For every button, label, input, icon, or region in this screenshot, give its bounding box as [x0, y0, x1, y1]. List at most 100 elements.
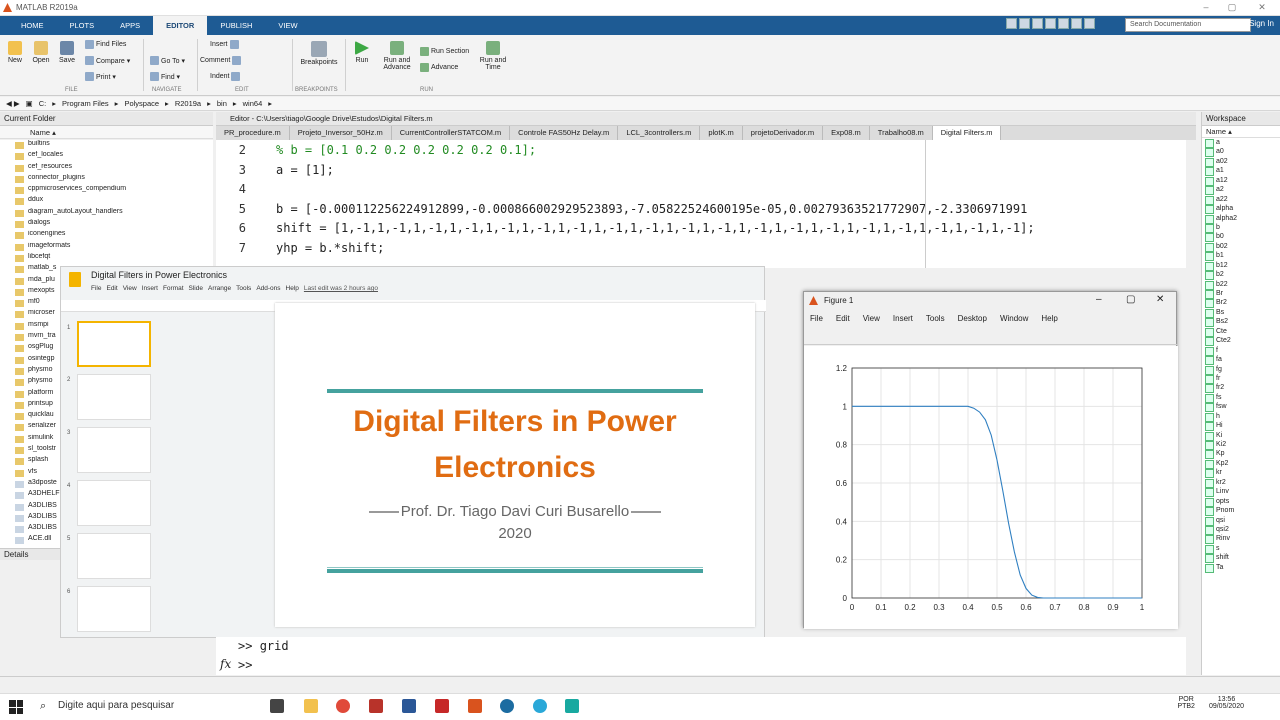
workspace-variable[interactable]: s: [1202, 544, 1280, 555]
indent-button[interactable]: Indent: [210, 72, 241, 81]
workspace-variable[interactable]: Pnom: [1202, 506, 1280, 517]
back-icon[interactable]: ◀ ▶: [6, 99, 20, 108]
workspace-variable[interactable]: b1: [1202, 251, 1280, 262]
tab-view[interactable]: VIEW: [265, 16, 310, 35]
chrome-icon[interactable]: [336, 699, 350, 713]
slides-menu-item[interactable]: View: [123, 285, 137, 292]
tab-apps[interactable]: APPS: [107, 16, 153, 35]
workspace-variable[interactable]: Linv: [1202, 487, 1280, 498]
run-button[interactable]: Run: [351, 41, 373, 64]
workspace-variable[interactable]: a02: [1202, 157, 1280, 168]
minimize-icon[interactable]: –: [1196, 2, 1216, 14]
figure-menu-item[interactable]: Edit: [836, 314, 850, 323]
find-files-button[interactable]: Find Files: [85, 40, 126, 49]
workspace-variable[interactable]: a: [1202, 138, 1280, 149]
slides-menu-item[interactable]: Format: [163, 285, 184, 292]
taskbar-search[interactable]: Digite aqui para pesquisar: [30, 694, 258, 719]
slides-menu-item[interactable]: Edit: [106, 285, 117, 292]
insert-button[interactable]: Insert: [210, 40, 239, 49]
workspace-variable[interactable]: qsi2: [1202, 525, 1280, 536]
slide-thumbnail[interactable]: [77, 427, 151, 473]
workspace-variable[interactable]: fa: [1202, 355, 1280, 366]
command-window[interactable]: >> grid fx >>: [216, 637, 1186, 675]
workspace-variable[interactable]: Br2: [1202, 298, 1280, 309]
folder-item[interactable]: imageformats: [0, 242, 213, 253]
figure-maximize-icon[interactable]: ▢: [1126, 294, 1135, 305]
path-segment[interactable]: C:: [39, 99, 47, 108]
workspace-variable[interactable]: a0: [1202, 147, 1280, 158]
figure-minimize-icon[interactable]: –: [1096, 294, 1102, 305]
app-icon[interactable]: [369, 699, 383, 713]
workspace-variable[interactable]: b02: [1202, 242, 1280, 253]
workspace-variable[interactable]: b0: [1202, 232, 1280, 243]
address-bar[interactable]: ◀ ▶ ▣ C: ▸ Program Files ▸ Polyspace ▸ R201…: [0, 97, 1280, 111]
editor-tab[interactable]: PR_procedure.m: [216, 126, 290, 140]
workspace-variable[interactable]: fsw: [1202, 402, 1280, 413]
code-line[interactable]: a = [1];: [276, 163, 334, 177]
editor-tab[interactable]: LCL_3controllers.m: [618, 126, 701, 140]
clock[interactable]: 13:56 09/05/2020: [1209, 696, 1244, 710]
redo-icon[interactable]: [1071, 18, 1082, 29]
undo-icon[interactable]: [1058, 18, 1069, 29]
folder-item[interactable]: diagram_autoLayout_handlers: [0, 208, 213, 219]
workspace-variable[interactable]: a22: [1202, 195, 1280, 206]
workspace-variable[interactable]: a2: [1202, 185, 1280, 196]
workspace-variable[interactable]: Kp2: [1202, 459, 1280, 470]
workspace-variable[interactable]: Bs: [1202, 308, 1280, 319]
run-section-button[interactable]: Run Section: [420, 47, 469, 56]
figure-menu-item[interactable]: Help: [1041, 314, 1057, 323]
workspace-variable[interactable]: f: [1202, 346, 1280, 357]
slide-thumbnail[interactable]: [77, 586, 151, 632]
folder-item[interactable]: ddux: [0, 196, 213, 207]
slides-window[interactable]: Digital Filters in Power Electronics Fil…: [60, 266, 766, 638]
folder-item[interactable]: iconengines: [0, 230, 213, 241]
editor-tab[interactable]: Controle FAS50Hz Delay.m: [510, 126, 619, 140]
code-line[interactable]: yhp = b.*shift;: [276, 241, 384, 255]
workspace-variable[interactable]: alpha2: [1202, 214, 1280, 224]
editor-tab[interactable]: Trabalho08.m: [870, 126, 933, 140]
figure-window[interactable]: Figure 1 – ▢ ✕ File Edit View Insert Too…: [803, 291, 1178, 629]
workspace-variable[interactable]: b12: [1202, 261, 1280, 272]
figure-menu-item[interactable]: Desktop: [958, 314, 987, 323]
workspace-variable[interactable]: opts: [1202, 497, 1280, 508]
cut-icon[interactable]: [1019, 18, 1030, 29]
current-folder-column-name[interactable]: Name ▴: [0, 126, 213, 139]
workspace-variable[interactable]: a1: [1202, 166, 1280, 177]
figure-menu-item[interactable]: View: [863, 314, 880, 323]
command-prompt[interactable]: >>: [238, 658, 252, 672]
workspace-variable[interactable]: Ki: [1202, 431, 1280, 442]
folder-item[interactable]: libcefqt: [0, 253, 213, 264]
slides-menu-item[interactable]: File: [91, 285, 101, 292]
workspace-variable[interactable]: alpha: [1202, 204, 1280, 215]
line-plot[interactable]: 0 0.1 0.2 0.3 0.4 0.5 0.6 0.7 0.8 0.9 1 0 0.2 0.4 0.6 0…: [804, 346, 1178, 629]
slides-menu-item[interactable]: Tools: [236, 285, 251, 292]
tab-home[interactable]: HOME: [8, 16, 57, 35]
workspace-variable[interactable]: b22: [1202, 280, 1280, 291]
last-edit-link[interactable]: Last edit was 2 hours ago: [304, 285, 378, 292]
workspace-variable[interactable]: fr: [1202, 374, 1280, 385]
app-icon[interactable]: [565, 699, 579, 713]
editor-tab[interactable]: Projeto_Inversor_50Hz.m: [290, 126, 392, 140]
teamviewer-icon[interactable]: [500, 699, 514, 713]
figure-close-icon[interactable]: ✕: [1156, 294, 1164, 305]
goto-button[interactable]: Go To ▾: [150, 56, 185, 65]
editor-tab[interactable]: projetoDerivador.m: [743, 126, 824, 140]
workspace-variable[interactable]: kr: [1202, 468, 1280, 479]
workspace-variable[interactable]: b2: [1202, 270, 1280, 281]
workspace-variable[interactable]: a12: [1202, 176, 1280, 187]
folder-item[interactable]: cppmicroservices_compendium: [0, 185, 213, 196]
slide-thumbnail[interactable]: [77, 533, 151, 579]
matlab-taskbar-icon[interactable]: [468, 699, 482, 713]
path-segment[interactable]: win64: [243, 99, 263, 108]
figure-menu-item[interactable]: Insert: [893, 314, 913, 323]
windows-start-icon[interactable]: [9, 700, 23, 714]
new-button[interactable]: New: [4, 41, 26, 64]
workspace-variable[interactable]: Bs2: [1202, 317, 1280, 328]
code-line[interactable]: % b = [0.1 0.2 0.2 0.2 0.2 0.2 0.1];: [276, 143, 536, 157]
folder-item[interactable]: cef_locales: [0, 151, 213, 162]
workspace-variable[interactable]: h: [1202, 412, 1280, 423]
comment-button[interactable]: Comment: [200, 56, 242, 65]
run-time-button[interactable]: Run and Time: [476, 41, 510, 71]
folder-up-icon[interactable]: ▣: [26, 99, 33, 108]
tab-plots[interactable]: PLOTS: [57, 16, 108, 35]
